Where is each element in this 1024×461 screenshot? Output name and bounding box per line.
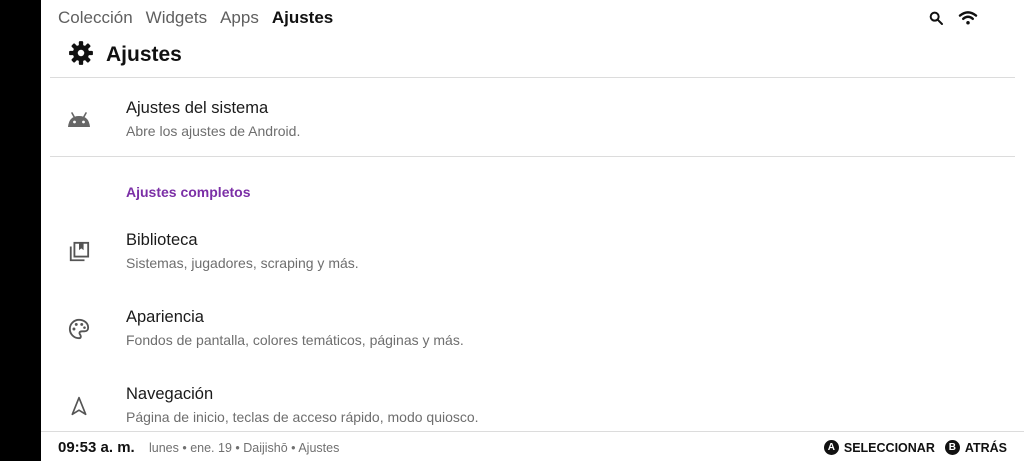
settings-item-navegacion[interactable]: Navegación Página de inicio, teclas de a…	[50, 376, 1015, 436]
status-footer: 09:53 a. m. lunes • ene. 19 • Daijishō •…	[41, 431, 1024, 461]
biblioteca-text: Biblioteca Sistemas, jugadores, scraping…	[126, 230, 359, 272]
top-nav: Colección Widgets Apps Ajustes	[58, 7, 333, 29]
header-divider	[50, 77, 1015, 78]
page-header: Ajustes	[68, 40, 182, 70]
navegacion-text: Navegación Página de inicio, teclas de a…	[126, 384, 479, 426]
footer-info: lunes • ene. 19 • Daijishō • Ajustes	[149, 441, 340, 455]
settings-item-biblioteca[interactable]: Biblioteca Sistemas, jugadores, scraping…	[50, 222, 1015, 282]
tab-apps[interactable]: Apps	[220, 7, 259, 29]
clock: 09:53 a. m.	[58, 439, 135, 456]
android-icon	[67, 108, 91, 132]
tab-coleccion[interactable]: Colección	[58, 7, 133, 29]
settings-item-apariencia[interactable]: Apariencia Fondos de pantalla, colores t…	[50, 299, 1015, 359]
button-hints: A SELECCIONAR B ATRÁS	[823, 440, 1007, 455]
biblioteca-title: Biblioteca	[126, 231, 198, 249]
a-button-icon: A	[823, 440, 839, 455]
system-settings-text: Ajustes del sistema Abre los ajustes de …	[126, 98, 300, 140]
back-hint-label: ATRÁS	[964, 440, 1007, 455]
apariencia-title: Apariencia	[126, 308, 204, 326]
select-hint-label: SELECCIONAR	[843, 440, 935, 455]
navigation-icon	[67, 394, 91, 418]
search-icon[interactable]	[926, 8, 946, 28]
biblioteca-subtitle: Sistemas, jugadores, scraping y más.	[126, 255, 359, 271]
system-settings-subtitle: Abre los ajustes de Android.	[126, 123, 301, 139]
apariencia-text: Apariencia Fondos de pantalla, colores t…	[126, 307, 464, 349]
tab-widgets[interactable]: Widgets	[146, 7, 207, 29]
select-hint[interactable]: A SELECCIONAR	[823, 440, 935, 455]
library-icon	[67, 240, 91, 264]
palette-icon	[67, 317, 91, 341]
b-button-icon: B	[944, 440, 960, 455]
page-title: Ajustes	[106, 43, 182, 66]
settings-screen: Colección Widgets Apps Ajustes Ajustes A…	[41, 0, 1024, 461]
apariencia-subtitle: Fondos de pantalla, colores temáticos, p…	[126, 332, 464, 348]
gear-icon	[68, 40, 94, 71]
section-divider	[50, 156, 1015, 157]
tab-ajustes[interactable]: Ajustes	[272, 7, 333, 29]
system-settings-title: Ajustes del sistema	[126, 99, 269, 117]
system-settings-item[interactable]: Ajustes del sistema Abre los ajustes de …	[50, 90, 1015, 150]
back-hint[interactable]: B ATRÁS	[944, 440, 1007, 455]
navegacion-subtitle: Página de inicio, teclas de acceso rápid…	[126, 409, 479, 425]
navegacion-title: Navegación	[126, 385, 214, 403]
top-icons	[926, 8, 978, 28]
section-header: Ajustes completos	[126, 184, 251, 200]
wifi-icon	[958, 8, 978, 28]
